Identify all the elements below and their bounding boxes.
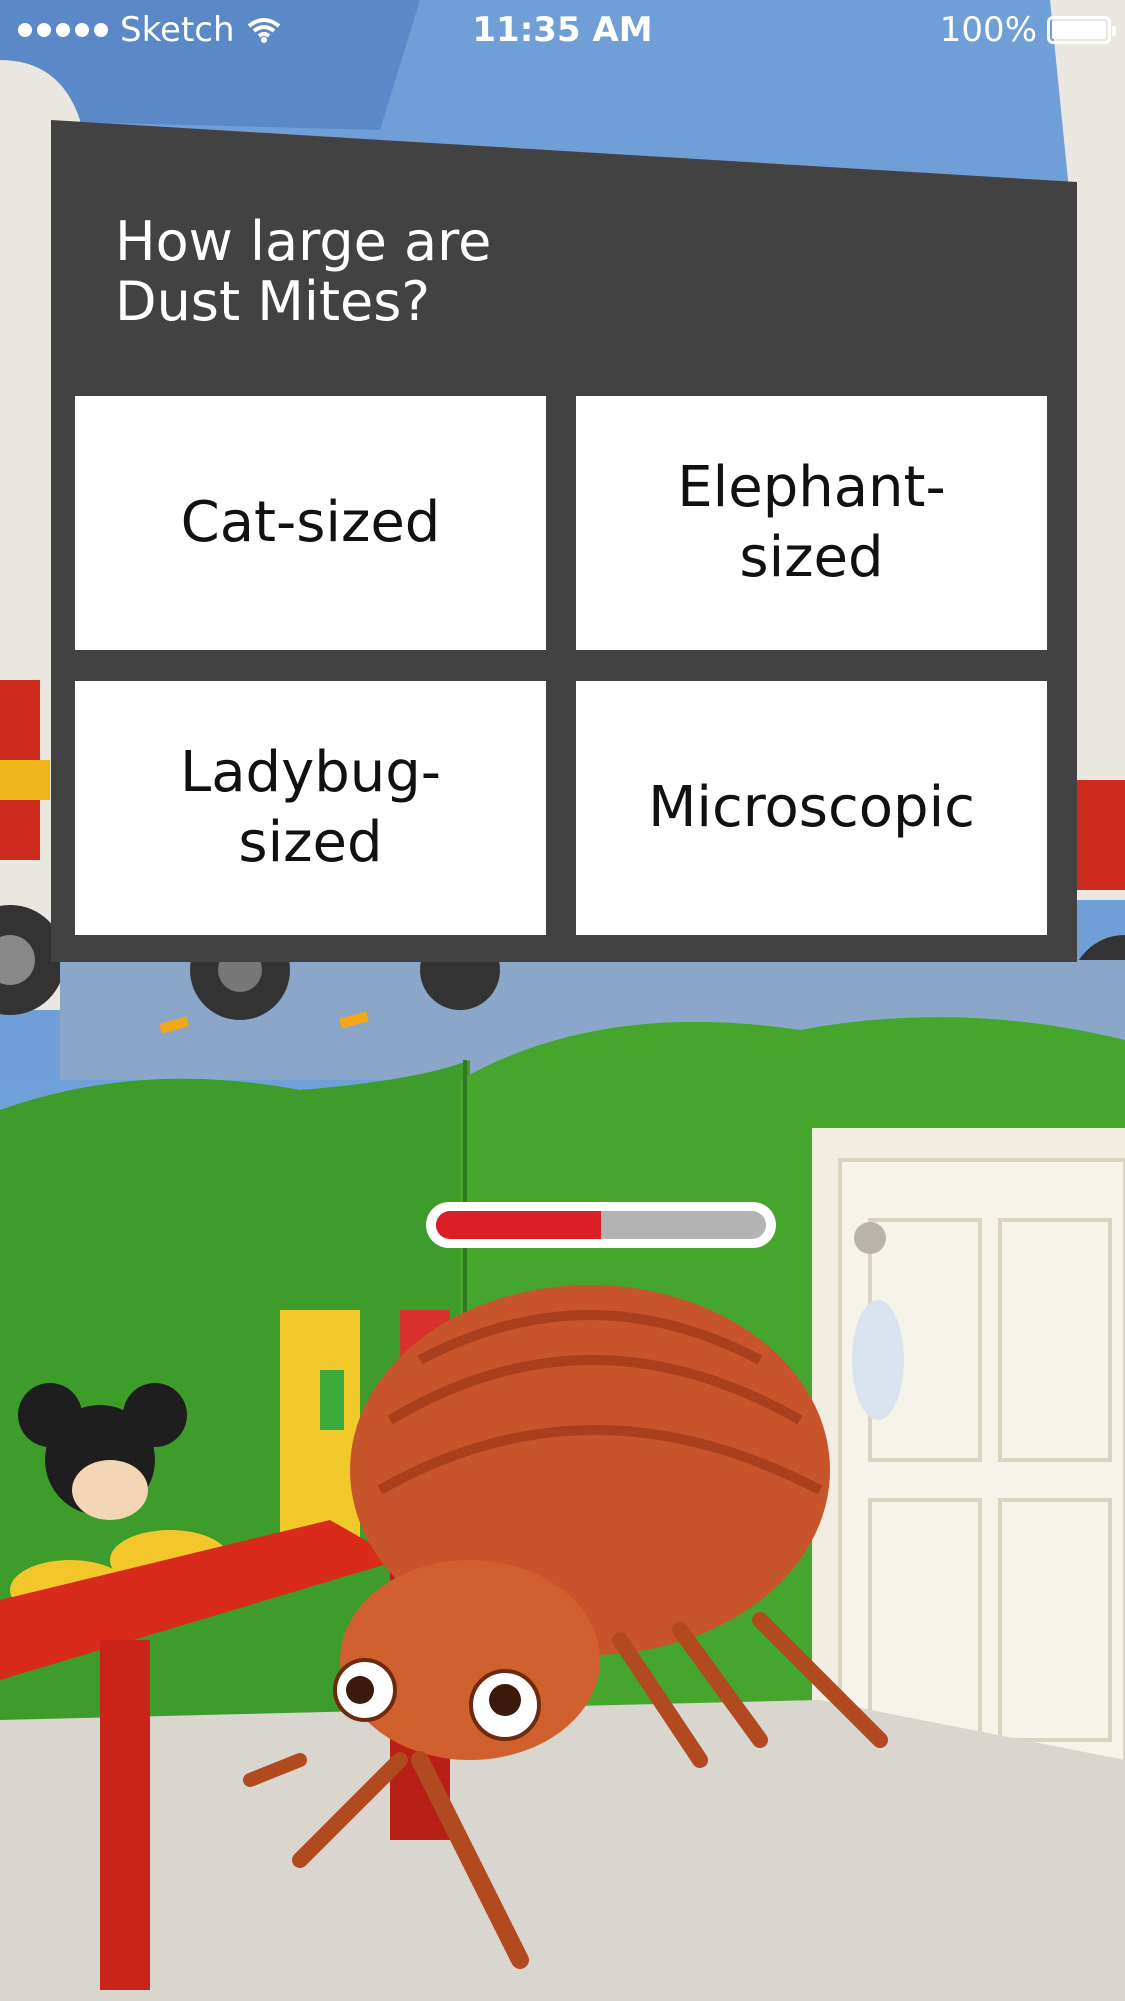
answer-label-2: sized [739, 525, 884, 590]
quiz-question: How large are Dust Mites? [115, 212, 715, 332]
answer-label: Microscopic [648, 775, 975, 840]
status-bar: Sketch 11:35 AM 100% [0, 0, 1125, 64]
status-right: 100% [939, 10, 1116, 50]
answer-cat-sized-button[interactable]: Cat-sized [75, 396, 546, 650]
question-line-1: How large are [115, 210, 492, 273]
answer-label-2: sized [238, 810, 383, 875]
answer-label: Cat-sized [180, 490, 441, 555]
battery-icon [1047, 16, 1116, 44]
quiz-progress-bar [426, 1202, 776, 1248]
progress-fill [436, 1211, 601, 1239]
question-line-2: Dust Mites? [115, 270, 431, 333]
answer-elephant-sized-button[interactable]: Elephant- sized [576, 396, 1047, 650]
progress-track [436, 1211, 766, 1239]
answer-ladybug-sized-button[interactable]: Ladybug- sized [75, 681, 546, 935]
answer-label: Ladybug- [180, 740, 441, 805]
answer-label: Elephant- [677, 455, 946, 520]
answer-microscopic-button[interactable]: Microscopic [576, 681, 1047, 935]
battery-percent: 100% [939, 10, 1037, 50]
